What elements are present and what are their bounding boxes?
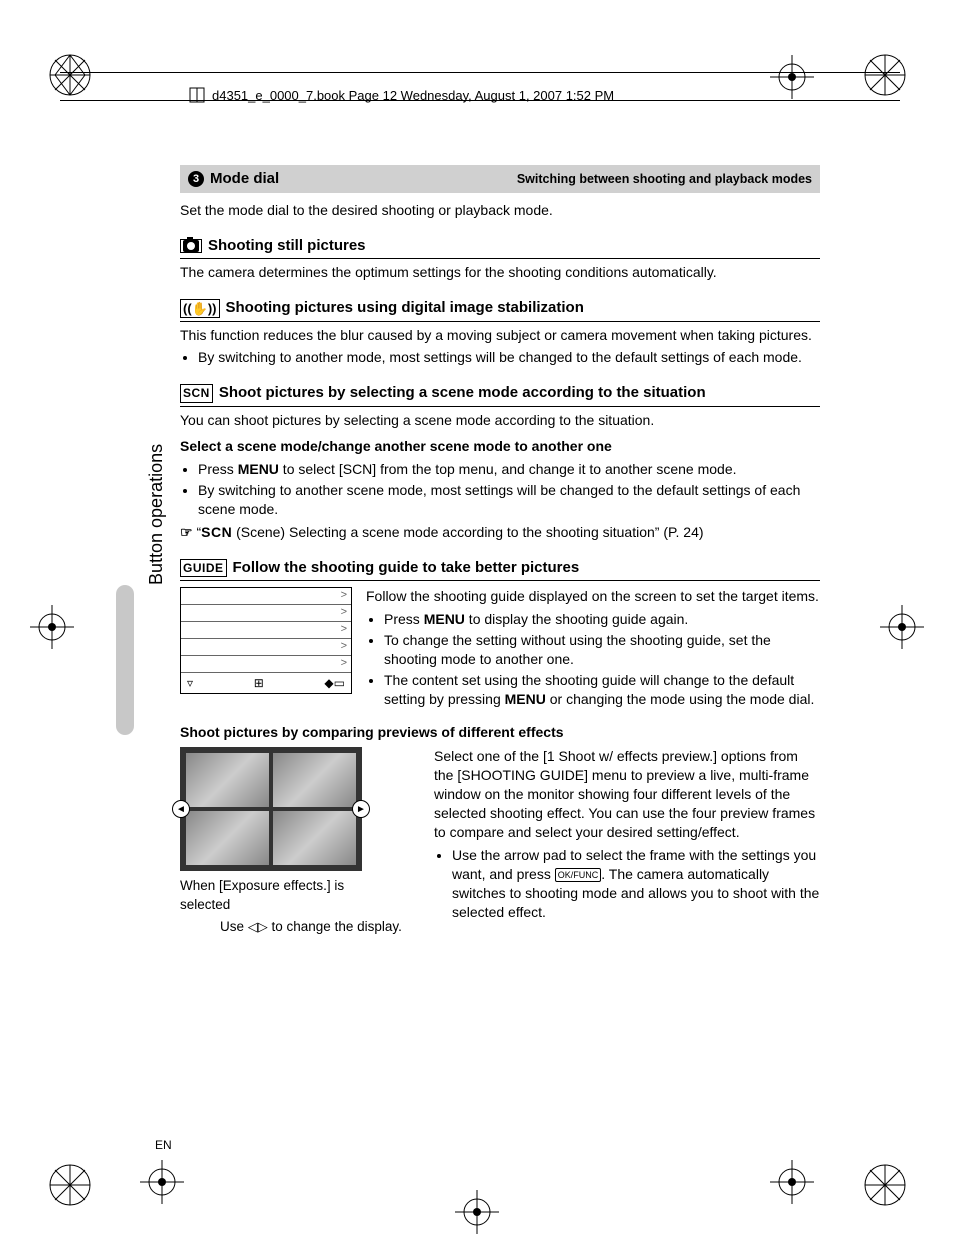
arrow-pad-icon: ◁▷ [248, 918, 268, 936]
crosshair-icon [30, 605, 74, 649]
nav-left-icon: ◄ [172, 800, 190, 818]
stab-heading: ((✋)) Shooting pictures using digital im… [180, 298, 820, 321]
thumb-tab [116, 585, 134, 735]
stabilization-icon: ((✋)) [180, 299, 220, 319]
menu-label: MENU [505, 691, 546, 707]
stab-bullet: By switching to another mode, most setti… [198, 348, 820, 367]
preview-grid-illustration: ◄ ► [180, 747, 362, 871]
scn-subhead: Select a scene mode/change another scene… [180, 437, 820, 456]
guide-icon: GUIDE [180, 559, 227, 577]
registration-mark-icon [45, 1160, 95, 1210]
scn-icon: SCN [180, 384, 213, 402]
guide-bullet-2: To change the setting without using the … [384, 631, 820, 669]
scn-bullet-1: Press MENU to select [SCN] from the top … [198, 460, 820, 479]
scn-body: You can shoot pictures by selecting a sc… [180, 411, 820, 430]
stab-bullets: By switching to another mode, most setti… [180, 348, 820, 367]
still-heading: Shooting still pictures [180, 236, 820, 259]
page: d4351_e_0000_7.book Page 12 Wednesday, A… [0, 0, 954, 1258]
compare-left-col: ◄ ► When [Exposure effects.] is selected… [180, 747, 420, 936]
compare-row: ◄ ► When [Exposure effects.] is selected… [180, 747, 820, 936]
book-header: d4351_e_0000_7.book Page 12 Wednesday, A… [188, 86, 614, 104]
compare-subhead: Shoot pictures by comparing previews of … [180, 723, 820, 742]
content: 3 Mode dial Switching between shooting a… [180, 165, 820, 936]
mode-dial-title: Mode dial [210, 169, 279, 189]
guide-bullets: Press MENU to display the shooting guide… [366, 610, 820, 708]
header-rule [60, 72, 900, 73]
footer-lang: EN [155, 1138, 172, 1152]
crosshair-icon [140, 1160, 184, 1204]
sidebar-label: Button operations [146, 444, 167, 585]
guide-heading-text: Follow the shooting guide to take better… [233, 558, 580, 578]
book-icon [188, 86, 206, 104]
scn-bullet-2: By switching to another scene mode, most… [198, 481, 820, 519]
camera-icon [180, 239, 202, 253]
registration-mark-icon [45, 50, 95, 100]
compare-caption-2: Use ◁▷ to change the display. [220, 918, 420, 936]
compare-text: Select one of the [1 Shoot w/ effects pr… [434, 747, 820, 925]
guide-p1: Follow the shooting guide displayed on t… [366, 587, 820, 606]
nav-right-icon: ► [352, 800, 370, 818]
registration-mark-icon [860, 50, 910, 100]
scn-reference: ☞ “SCN (Scene) Selecting a scene mode ac… [180, 523, 820, 542]
crosshair-icon [455, 1190, 499, 1234]
compare-p1: Select one of the [1 Shoot w/ effects pr… [434, 747, 820, 841]
compare-caption-1: When [Exposure effects.] is selected [180, 877, 350, 913]
scn-heading: SCN Shoot pictures by selecting a scene … [180, 383, 820, 406]
ok-icon: ⊞ [254, 675, 264, 691]
set-icon: ◆▭ [324, 675, 345, 691]
guide-bullet-1: Press MENU to display the shooting guide… [384, 610, 820, 629]
mode-dial-header: 3 Mode dial Switching between shooting a… [180, 165, 820, 193]
reference-icon: ☞ [180, 524, 196, 540]
step-badge: 3 [188, 171, 204, 187]
still-body: The camera determines the optimum settin… [180, 263, 820, 282]
stab-body: This function reduces the blur caused by… [180, 326, 820, 345]
still-heading-text: Shooting still pictures [208, 236, 366, 256]
down-arrow-icon: ▿ [187, 675, 193, 691]
guide-menu-illustration: ▿ ⊞ ◆▭ [180, 587, 352, 694]
registration-mark-icon [860, 1160, 910, 1210]
scn-inline-icon: SCN [201, 524, 232, 540]
scn-heading-text: Shoot pictures by selecting a scene mode… [219, 383, 706, 403]
guide-bullet-3: The content set using the shooting guide… [384, 671, 820, 709]
mode-dial-intro: Set the mode dial to the desired shootin… [180, 201, 820, 220]
crosshair-icon [880, 605, 924, 649]
guide-row: ▿ ⊞ ◆▭ Follow the shooting guide displayed… [180, 587, 820, 712]
scn-bullets: Press MENU to select [SCN] from the top … [180, 460, 820, 519]
crosshair-icon [770, 1160, 814, 1204]
mode-dial-subtitle: Switching between shooting and playback … [517, 171, 812, 188]
menu-label: MENU [238, 461, 279, 477]
compare-bullet-1: Use the arrow pad to select the frame wi… [452, 846, 820, 922]
menu-label: MENU [424, 611, 465, 627]
compare-bullets: Use the arrow pad to select the frame wi… [434, 846, 820, 922]
stab-heading-text: Shooting pictures using digital image st… [226, 298, 584, 318]
header-rule [60, 100, 900, 101]
crosshair-icon [770, 55, 814, 99]
ok-func-button-icon: OK/FUNC [555, 868, 602, 882]
guide-text: Follow the shooting guide displayed on t… [366, 587, 820, 712]
guide-heading: GUIDE Follow the shooting guide to take … [180, 558, 820, 581]
